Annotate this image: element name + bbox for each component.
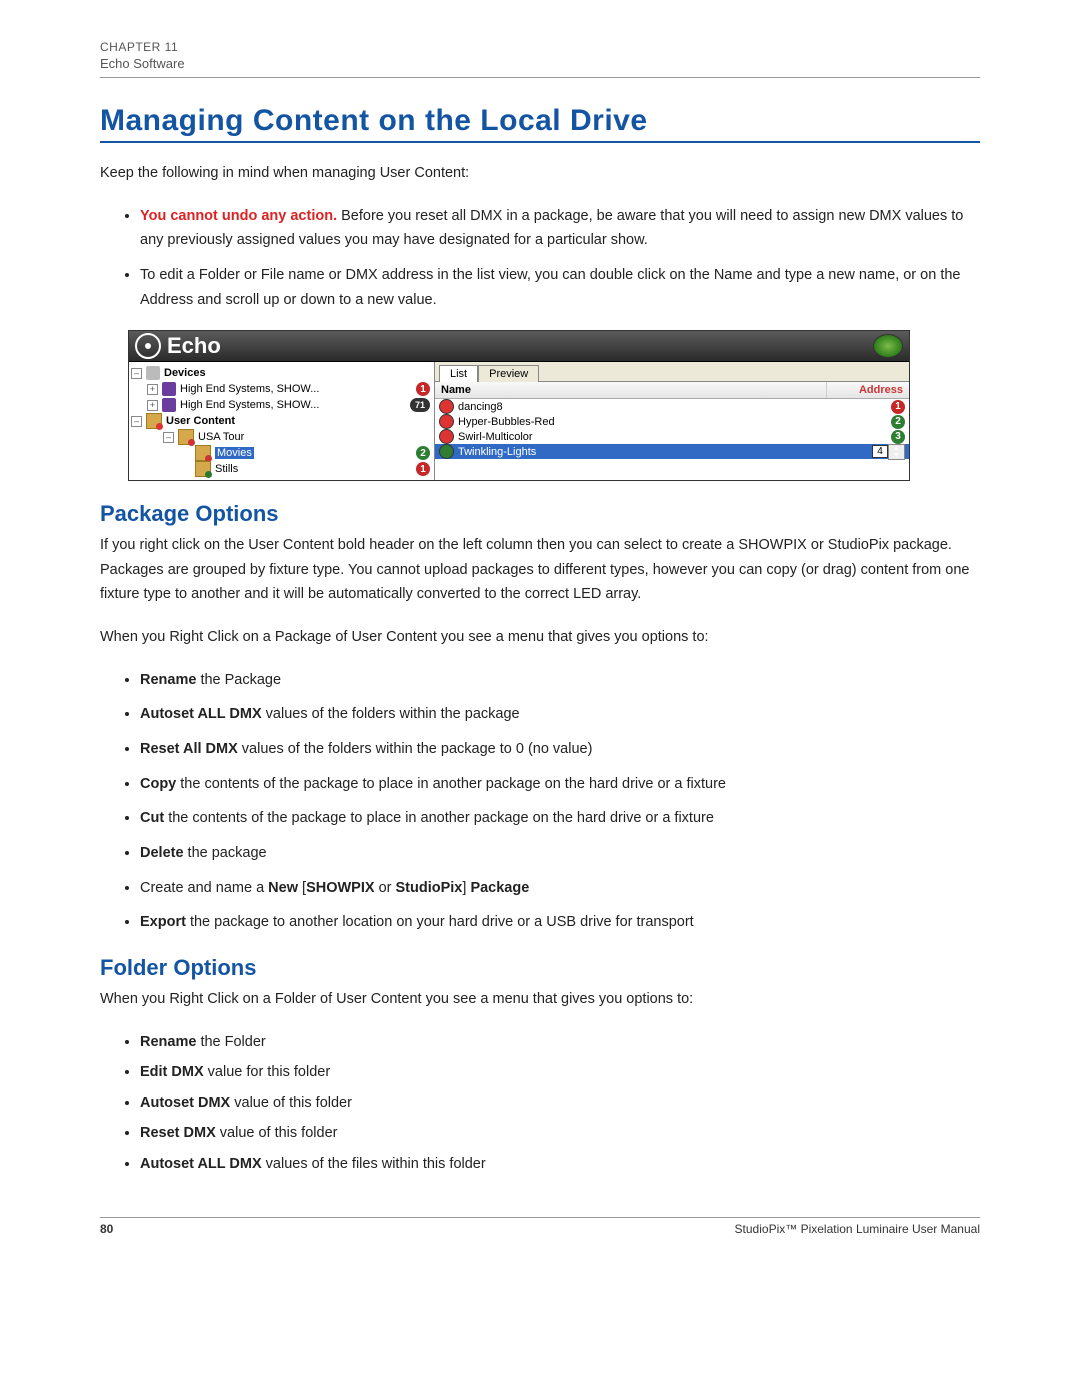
tree-package-item[interactable]: – USA Tour bbox=[131, 429, 432, 445]
collapse-icon[interactable]: – bbox=[131, 416, 142, 427]
list-item: Reset All DMX values of the folders with… bbox=[140, 737, 980, 762]
package-paragraph-1: If you right click on the User Content b… bbox=[100, 533, 980, 607]
app-logo-icon bbox=[135, 333, 161, 359]
list-item: Create and name a New [SHOWPIX or Studio… bbox=[140, 876, 980, 901]
package-icon bbox=[178, 429, 194, 445]
address-badge: 2 bbox=[891, 415, 905, 429]
chapter-label: CHAPTER 11 bbox=[100, 40, 980, 54]
count-badge: 1 bbox=[416, 382, 430, 396]
collapse-icon[interactable]: – bbox=[131, 368, 142, 379]
package-paragraph-2: When you Right Click on a Package of Use… bbox=[100, 625, 980, 650]
list-item: Export the package to another location o… bbox=[140, 910, 980, 935]
tree-device-item[interactable]: + High End Systems, SHOW... 71 bbox=[131, 397, 432, 413]
collapse-icon[interactable]: – bbox=[163, 432, 174, 443]
tree-label: High End Systems, SHOW... bbox=[180, 383, 319, 395]
tab-preview[interactable]: Preview bbox=[478, 365, 539, 382]
folder-options-list: Rename the Folder Edit DMX value for thi… bbox=[100, 1030, 980, 1177]
tree-label-selected: Movies bbox=[215, 447, 254, 459]
document-title: StudioPix™ Pixelation Luminaire User Man… bbox=[735, 1222, 980, 1236]
list-item: Autoset DMX value of this folder bbox=[140, 1091, 980, 1116]
breadcrumb: Echo Software bbox=[100, 56, 980, 78]
tree-label: Stills bbox=[215, 463, 238, 475]
devices-icon bbox=[146, 366, 160, 380]
intro-paragraph: Keep the following in mind when managing… bbox=[100, 161, 980, 186]
filename: Hyper-Bubbles-Red bbox=[458, 416, 891, 428]
count-badge: 71 bbox=[410, 398, 430, 412]
page-footer: 80 StudioPix™ Pixelation Luminaire User … bbox=[100, 1217, 980, 1236]
file-list-pane: ListPreview Name Address dancing8 1 Hype… bbox=[435, 362, 909, 480]
page-title: Managing Content on the Local Drive bbox=[100, 104, 980, 143]
device-tree-pane: – Devices + High End Systems, SHOW... 1 … bbox=[129, 362, 435, 480]
list-item: To edit a Folder or File name or DMX add… bbox=[140, 263, 980, 312]
list-item[interactable]: dancing8 1 bbox=[435, 399, 909, 414]
column-header-address[interactable]: Address bbox=[827, 382, 909, 398]
list-item[interactable]: Swirl-Multicolor 3 bbox=[435, 429, 909, 444]
app-titlebar: Echo bbox=[129, 331, 909, 362]
list-item: You cannot undo any action. Before you r… bbox=[140, 204, 980, 253]
list-item: Rename the Package bbox=[140, 668, 980, 693]
hamburger-icon bbox=[873, 334, 903, 358]
app-title: Echo bbox=[167, 333, 221, 359]
folder-icon bbox=[195, 461, 211, 477]
list-item: Autoset ALL DMX values of the files with… bbox=[140, 1152, 980, 1177]
list-item: Copy the contents of the package to plac… bbox=[140, 772, 980, 797]
media-icon bbox=[439, 399, 454, 414]
tree-device-item[interactable]: + High End Systems, SHOW... 1 bbox=[131, 381, 432, 397]
top-bullet-list: You cannot undo any action. Before you r… bbox=[100, 204, 980, 313]
count-badge: 1 bbox=[416, 462, 430, 476]
list-item: Autoset ALL DMX values of the folders wi… bbox=[140, 702, 980, 727]
media-icon bbox=[439, 429, 454, 444]
folder-paragraph: When you Right Click on a Folder of User… bbox=[100, 987, 980, 1012]
media-icon bbox=[439, 414, 454, 429]
address-edit-field[interactable]: 4 bbox=[872, 445, 888, 458]
warning-text: You cannot undo any action. bbox=[140, 208, 337, 224]
expand-icon[interactable]: + bbox=[147, 400, 158, 411]
tree-label: High End Systems, SHOW... bbox=[180, 399, 319, 411]
list-item: Cut the contents of the package to place… bbox=[140, 806, 980, 831]
tree-folder-item[interactable]: Stills 1 bbox=[131, 461, 432, 477]
tree-label: USA Tour bbox=[198, 431, 244, 443]
tree-user-content[interactable]: – User Content bbox=[131, 413, 432, 429]
package-options-heading: Package Options bbox=[100, 501, 980, 527]
list-item-selected[interactable]: Twinkling-Lights 4 ▲▼ bbox=[435, 444, 909, 459]
list-item: Reset DMX value of this folder bbox=[140, 1121, 980, 1146]
count-badge: 2 bbox=[416, 446, 430, 460]
filename: dancing8 bbox=[458, 401, 891, 413]
list-header: Name Address bbox=[435, 382, 909, 399]
view-tabs: ListPreview bbox=[435, 362, 909, 382]
list-item: Delete the package bbox=[140, 841, 980, 866]
echo-screenshot: Echo – Devices + High End Systems, SHOW.… bbox=[128, 330, 910, 481]
filename: Swirl-Multicolor bbox=[458, 431, 891, 443]
tree-root-devices[interactable]: – Devices bbox=[131, 365, 432, 381]
folder-options-heading: Folder Options bbox=[100, 955, 980, 981]
filename: Twinkling-Lights bbox=[458, 446, 872, 458]
tree-label: Devices bbox=[164, 367, 206, 379]
page-number: 80 bbox=[100, 1222, 113, 1236]
tree-label: User Content bbox=[166, 415, 235, 427]
list-item: Edit DMX value for this folder bbox=[140, 1060, 980, 1085]
expand-icon[interactable]: + bbox=[147, 384, 158, 395]
media-icon bbox=[439, 444, 454, 459]
tab-list[interactable]: List bbox=[439, 365, 478, 382]
tree-folder-item[interactable]: Movies 2 bbox=[131, 445, 432, 461]
list-item: Rename the Folder bbox=[140, 1030, 980, 1055]
folder-icon bbox=[195, 445, 211, 461]
address-badge: 1 bbox=[891, 400, 905, 414]
column-header-name[interactable]: Name bbox=[435, 382, 827, 398]
fixture-icon bbox=[162, 398, 176, 412]
package-options-list: Rename the Package Autoset ALL DMX value… bbox=[100, 668, 980, 935]
fixture-icon bbox=[162, 382, 176, 396]
list-item[interactable]: Hyper-Bubbles-Red 2 bbox=[435, 414, 909, 429]
user-content-icon bbox=[146, 413, 162, 429]
address-badge: 3 bbox=[891, 430, 905, 444]
stepper-icon[interactable]: ▲▼ bbox=[888, 444, 905, 460]
